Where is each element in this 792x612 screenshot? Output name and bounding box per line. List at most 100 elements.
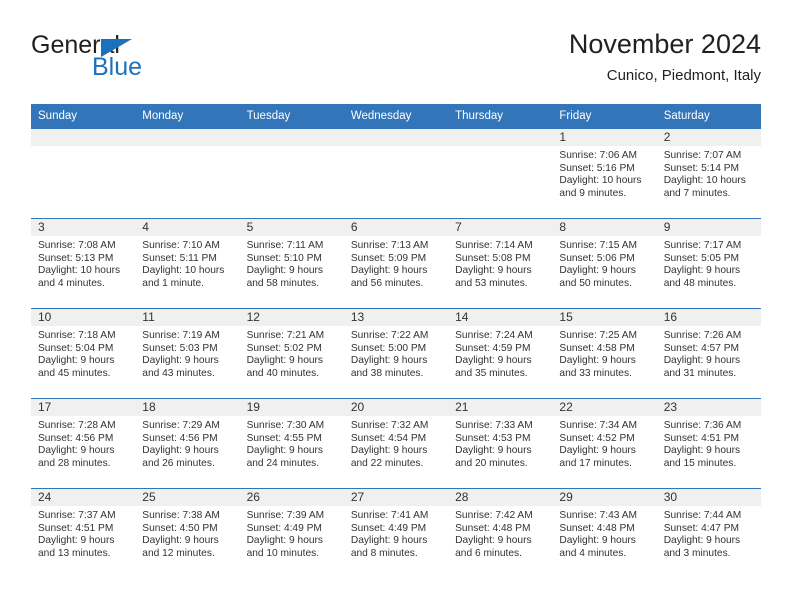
day-details: Sunrise: 7:19 AM Sunset: 5:03 PM Daylight:…	[135, 326, 239, 380]
sunrise-time: Sunrise: 7:15 AM	[559, 240, 637, 251]
daylight-duration-line2: and 24 minutes.	[246, 457, 320, 469]
day-details: Sunrise: 7:26 AM Sunset: 4:57 PM Daylight:…	[657, 326, 761, 380]
day-cell[interactable]: 2 Sunrise: 7:07 AM Sunset: 5:14 PM Daylight…	[656, 128, 761, 219]
day-number	[135, 129, 240, 146]
daylight-duration-line2: and 50 minutes.	[559, 277, 632, 289]
day-details: Sunrise: 7:38 AM Sunset: 4:50 PM Daylight:…	[135, 506, 239, 560]
general-blue-logo[interactable]: General Blue	[31, 32, 231, 90]
daylight-duration-line1: Daylight: 9 hours	[246, 535, 324, 547]
day-details: Sunrise: 7:14 AM Sunset: 5:08 PM Daylight:…	[448, 236, 552, 290]
day-cell[interactable]: 11 Sunrise: 7:19 AM Sunset: 5:03 PM Dayligh…	[135, 308, 240, 399]
day-details: Sunrise: 7:41 AM Sunset: 4:49 PM Daylight:…	[344, 506, 448, 560]
day-cell[interactable]: 30 Sunrise: 7:44 AM Sunset: 4:47 PM Dayligh…	[656, 488, 761, 578]
day-cell[interactable]: 20 Sunrise: 7:32 AM Sunset: 4:54 PM Dayligh…	[343, 398, 449, 489]
day-details: Sunrise: 7:21 AM Sunset: 5:02 PM Daylight:…	[240, 326, 344, 380]
day-details: Sunrise: 7:13 AM Sunset: 5:09 PM Daylight:…	[344, 236, 448, 290]
daylight-duration-line2: and 12 minutes.	[142, 547, 215, 559]
sunrise-time: Sunrise: 7:17 AM	[663, 240, 742, 251]
sunrise-time: Sunrise: 7:18 AM	[38, 330, 116, 341]
day-cell[interactable]: 5 Sunrise: 7:11 AM Sunset: 5:10 PM Daylight…	[239, 218, 344, 309]
daylight-duration-line1: Daylight: 9 hours	[350, 355, 428, 367]
day-number: 8	[552, 219, 657, 236]
daylight-duration-line1: Daylight: 9 hours	[559, 265, 636, 277]
day-details: Sunrise: 7:24 AM Sunset: 4:59 PM Daylight:…	[448, 326, 552, 380]
sunset-time: Sunset: 5:06 PM	[559, 252, 635, 264]
daylight-duration-line1: Daylight: 9 hours	[663, 535, 741, 547]
daylight-duration-line2: and 4 minutes.	[38, 277, 105, 289]
sunset-time: Sunset: 5:11 PM	[142, 252, 217, 264]
day-number: 7	[448, 219, 553, 236]
daylight-duration-line2: and 17 minutes.	[559, 457, 632, 469]
day-details: Sunrise: 7:11 AM Sunset: 5:10 PM Daylight:…	[240, 236, 344, 290]
day-cell[interactable]: 29 Sunrise: 7:43 AM Sunset: 4:48 PM Dayligh…	[552, 488, 657, 578]
sunrise-time: Sunrise: 7:14 AM	[455, 240, 533, 251]
sunrise-time: Sunrise: 7:32 AM	[350, 420, 429, 431]
day-details: Sunrise: 7:06 AM Sunset: 5:16 PM Daylight:…	[552, 146, 656, 200]
day-details: Sunrise: 7:07 AM Sunset: 5:14 PM Daylight:…	[657, 146, 761, 200]
day-cell[interactable]: 10 Sunrise: 7:18 AM Sunset: 5:04 PM Dayligh…	[31, 308, 136, 399]
daylight-duration-line2: and 56 minutes.	[350, 277, 424, 289]
daylight-duration-line2: and 28 minutes.	[38, 457, 111, 469]
daylight-duration-line1: Daylight: 10 hours	[38, 265, 121, 277]
day-cell[interactable]: 12 Sunrise: 7:21 AM Sunset: 5:02 PM Dayligh…	[239, 308, 344, 399]
day-number	[448, 129, 553, 146]
day-cell[interactable]: 3 Sunrise: 7:08 AM Sunset: 5:13 PM Daylight…	[31, 218, 136, 309]
sunrise-time: Sunrise: 7:41 AM	[350, 510, 429, 521]
daylight-duration-line1: Daylight: 9 hours	[142, 445, 219, 457]
day-number: 9	[656, 219, 761, 236]
sunset-time: Sunset: 4:47 PM	[663, 522, 740, 534]
day-cell[interactable]: 28 Sunrise: 7:42 AM Sunset: 4:48 PM Dayligh…	[448, 488, 553, 578]
day-cell[interactable]: 1 Sunrise: 7:06 AM Sunset: 5:16 PM Daylight…	[552, 128, 657, 219]
day-cell[interactable]: 26 Sunrise: 7:39 AM Sunset: 4:49 PM Dayligh…	[239, 488, 344, 578]
day-cell[interactable]: 24 Sunrise: 7:37 AM Sunset: 4:51 PM Dayligh…	[31, 488, 136, 578]
day-cell[interactable]: 7 Sunrise: 7:14 AM Sunset: 5:08 PM Daylight…	[448, 218, 553, 309]
day-cell[interactable]: 19 Sunrise: 7:30 AM Sunset: 4:55 PM Dayligh…	[239, 398, 344, 489]
day-cell[interactable]: 27 Sunrise: 7:41 AM Sunset: 4:49 PM Dayligh…	[343, 488, 449, 578]
daylight-duration-line2: and 33 minutes.	[559, 367, 632, 379]
daylight-duration-line1: Daylight: 9 hours	[455, 535, 532, 547]
day-cell[interactable]: 14 Sunrise: 7:24 AM Sunset: 4:59 PM Dayligh…	[448, 308, 553, 399]
sunset-time: Sunset: 4:53 PM	[455, 432, 531, 444]
day-number: 5	[239, 219, 344, 236]
daylight-duration-line1: Daylight: 9 hours	[455, 265, 532, 277]
day-cell[interactable]: 4 Sunrise: 7:10 AM Sunset: 5:11 PM Daylight…	[135, 218, 240, 309]
day-cell[interactable]: 22 Sunrise: 7:34 AM Sunset: 4:52 PM Dayligh…	[552, 398, 657, 489]
sunset-time: Sunset: 5:03 PM	[142, 342, 218, 354]
day-number: 24	[31, 489, 136, 506]
sunset-time: Sunset: 5:02 PM	[246, 342, 322, 354]
day-number: 14	[448, 309, 553, 326]
sunset-time: Sunset: 4:59 PM	[455, 342, 531, 354]
day-cell[interactable]: 25 Sunrise: 7:38 AM Sunset: 4:50 PM Dayligh…	[135, 488, 240, 578]
sunrise-time: Sunrise: 7:34 AM	[559, 420, 637, 431]
sunrise-time: Sunrise: 7:26 AM	[663, 330, 742, 341]
sunset-time: Sunset: 4:58 PM	[559, 342, 635, 354]
sunset-time: Sunset: 4:51 PM	[663, 432, 740, 444]
daylight-duration-line1: Daylight: 10 hours	[663, 175, 746, 187]
day-cell[interactable]: 6 Sunrise: 7:13 AM Sunset: 5:09 PM Daylight…	[343, 218, 449, 309]
daylight-duration-line2: and 22 minutes.	[350, 457, 424, 469]
day-cell[interactable]: 13 Sunrise: 7:22 AM Sunset: 5:00 PM Dayligh…	[343, 308, 449, 399]
day-cell[interactable]: 21 Sunrise: 7:33 AM Sunset: 4:53 PM Dayligh…	[448, 398, 553, 489]
sunrise-time: Sunrise: 7:06 AM	[559, 150, 637, 161]
day-cell-empty	[239, 128, 344, 219]
calendar-table: Sunday Monday Tuesday Wednesday Thursday Frid…	[31, 104, 761, 578]
sunset-time: Sunset: 4:56 PM	[38, 432, 114, 444]
day-cell[interactable]: 23 Sunrise: 7:36 AM Sunset: 4:51 PM Dayligh…	[656, 398, 761, 489]
day-cell[interactable]: 18 Sunrise: 7:29 AM Sunset: 4:56 PM Dayligh…	[135, 398, 240, 489]
day-cell[interactable]: 15 Sunrise: 7:25 AM Sunset: 4:58 PM Dayligh…	[552, 308, 657, 399]
sunrise-time: Sunrise: 7:33 AM	[455, 420, 533, 431]
day-cell[interactable]: 16 Sunrise: 7:26 AM Sunset: 4:57 PM Dayligh…	[656, 308, 761, 399]
day-cell[interactable]: 9 Sunrise: 7:17 AM Sunset: 5:05 PM Daylight…	[656, 218, 761, 309]
day-cell[interactable]: 8 Sunrise: 7:15 AM Sunset: 5:06 PM Daylight…	[552, 218, 657, 309]
logo-word-blue: Blue	[92, 53, 143, 81]
day-details: Sunrise: 7:22 AM Sunset: 5:00 PM Daylight:…	[344, 326, 448, 380]
day-cell[interactable]: 17 Sunrise: 7:28 AM Sunset: 4:56 PM Dayligh…	[31, 398, 136, 489]
day-number: 26	[239, 489, 344, 506]
day-details: Sunrise: 7:39 AM Sunset: 4:49 PM Daylight:…	[240, 506, 344, 560]
daylight-duration-line1: Daylight: 10 hours	[142, 265, 225, 277]
day-cell-empty	[448, 128, 553, 219]
sunset-time: Sunset: 4:51 PM	[38, 522, 114, 534]
day-details: Sunrise: 7:25 AM Sunset: 4:58 PM Daylight:…	[552, 326, 656, 380]
calendar-week-row: 10 Sunrise: 7:18 AM Sunset: 5:04 PM Dayligh…	[31, 308, 761, 399]
daylight-duration-line1: Daylight: 9 hours	[38, 355, 115, 367]
